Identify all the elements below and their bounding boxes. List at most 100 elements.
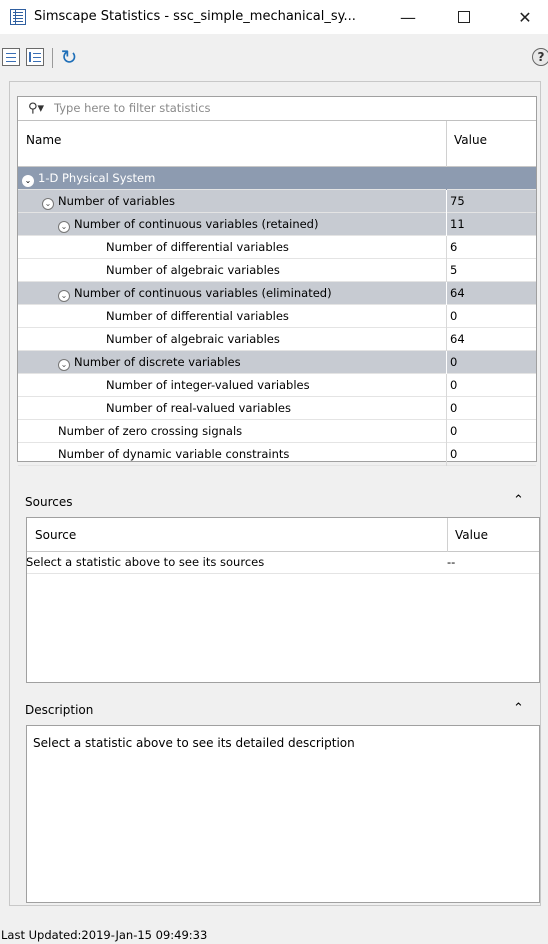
stat-name: Number of differential variables bbox=[106, 309, 289, 323]
stat-value: 11 bbox=[450, 217, 465, 231]
stat-value: 0 bbox=[450, 378, 458, 392]
toolbar-divider bbox=[52, 48, 53, 68]
sources-column-source[interactable]: Source bbox=[35, 528, 76, 542]
stat-name-text: Number of continuous variables (eliminat… bbox=[74, 286, 332, 300]
column-header-value[interactable]: Value bbox=[454, 133, 487, 147]
stat-value: 75 bbox=[450, 194, 465, 208]
stat-row[interactable]: ⌄ Number of variables 75 bbox=[18, 190, 536, 213]
expand-all-icon[interactable] bbox=[2, 48, 20, 66]
column-divider bbox=[446, 420, 447, 443]
stat-row[interactable]: ⌄ Number of continuous variables (retaine… bbox=[18, 213, 536, 236]
statistics-panel: ⚲▾ Name Value ⌄ 1-D Physical System ⌄ Numbe… bbox=[17, 96, 537, 466]
maximize-icon bbox=[458, 11, 470, 23]
maximize-button[interactable] bbox=[441, 0, 487, 34]
stat-name-text: 1-D Physical System bbox=[38, 171, 156, 185]
collapse-all-icon[interactable] bbox=[26, 48, 44, 66]
stat-name: Number of algebraic variables bbox=[106, 263, 280, 277]
stat-value: 64 bbox=[450, 332, 465, 346]
stat-value: 0 bbox=[450, 447, 458, 461]
stat-row[interactable]: Number of real-valued variables 0 bbox=[18, 397, 536, 420]
chevron-down-icon[interactable]: ⌄ bbox=[22, 175, 34, 187]
sources-row-value: -- bbox=[447, 555, 456, 569]
minimize-button[interactable]: — bbox=[385, 0, 431, 34]
stat-name: ⌄ Number of continuous variables (retaine… bbox=[58, 217, 318, 233]
column-divider bbox=[446, 190, 447, 213]
description-title: Description bbox=[25, 703, 94, 717]
stat-row[interactable]: Number of zero crossing signals 0 bbox=[18, 420, 536, 443]
column-divider bbox=[446, 167, 447, 190]
stat-name: ⌄ 1-D Physical System bbox=[22, 171, 155, 187]
sources-panel: Source Value Select a statistic above to… bbox=[26, 517, 540, 683]
stat-row[interactable]: Number of integer-valued variables 0 bbox=[18, 374, 536, 397]
stat-name: ⌄ Number of continuous variables (elimina… bbox=[58, 286, 332, 302]
column-divider bbox=[446, 121, 447, 167]
stat-name-text: Number of differential variables bbox=[106, 240, 289, 254]
stat-value: 0 bbox=[450, 401, 458, 415]
collapse-description-icon[interactable]: ⌃ bbox=[513, 701, 524, 716]
stat-row[interactable]: Number of differential variables 0 bbox=[18, 305, 536, 328]
stats-rows: ⌄ 1-D Physical System ⌄ Number of variables… bbox=[18, 167, 536, 466]
stat-row[interactable]: ⌄ Number of discrete variables 0 bbox=[18, 351, 536, 374]
column-divider bbox=[446, 351, 447, 374]
chevron-down-icon[interactable]: ⌄ bbox=[58, 221, 70, 233]
close-button[interactable]: ✕ bbox=[502, 0, 548, 34]
stats-header-row: Name Value bbox=[18, 121, 536, 167]
chevron-down-icon[interactable]: ⌄ bbox=[58, 290, 70, 302]
stat-name-text: Number of dynamic variable constraints bbox=[58, 447, 290, 461]
stat-row[interactable]: ⌄ Number of continuous variables (elimina… bbox=[18, 282, 536, 305]
description-panel: Select a statistic above to see its deta… bbox=[26, 725, 540, 903]
description-section-header: Description ⌃ bbox=[17, 700, 537, 720]
column-divider bbox=[446, 259, 447, 282]
stat-row[interactable]: Number of algebraic variables 64 bbox=[18, 328, 536, 351]
column-divider bbox=[446, 443, 447, 466]
sources-row-name: Select a statistic above to see its sour… bbox=[26, 555, 265, 569]
search-icon[interactable]: ⚲▾ bbox=[28, 101, 44, 116]
column-divider bbox=[446, 282, 447, 305]
sources-row[interactable]: Select a statistic above to see its sour… bbox=[26, 552, 539, 574]
stat-row[interactable]: ⌄ 1-D Physical System bbox=[18, 167, 536, 190]
stat-row[interactable]: Number of dynamic variable constraints 0 bbox=[18, 443, 536, 466]
toolbar: ↻ ? bbox=[0, 46, 548, 70]
stat-name: Number of differential variables bbox=[106, 240, 289, 254]
column-header-name[interactable]: Name bbox=[26, 133, 61, 147]
stat-name: Number of integer-valued variables bbox=[106, 378, 310, 392]
stat-name-text: Number of differential variables bbox=[106, 309, 289, 323]
stat-name-text: Number of zero crossing signals bbox=[58, 424, 243, 438]
help-icon[interactable]: ? bbox=[532, 48, 548, 66]
stat-name-text: Number of integer-valued variables bbox=[106, 378, 310, 392]
stat-name-text: Number of algebraic variables bbox=[106, 263, 280, 277]
column-divider bbox=[446, 236, 447, 259]
column-divider bbox=[446, 213, 447, 236]
stat-name: Number of zero crossing signals bbox=[58, 424, 242, 438]
stat-name-text: Number of discrete variables bbox=[74, 355, 241, 369]
stat-name: Number of dynamic variable constraints bbox=[58, 447, 289, 461]
refresh-icon[interactable]: ↻ bbox=[58, 46, 80, 68]
stat-name: ⌄ Number of variables bbox=[42, 194, 175, 210]
app-table-icon bbox=[10, 9, 26, 25]
stat-name: Number of algebraic variables bbox=[106, 332, 280, 346]
column-divider bbox=[446, 328, 447, 351]
stat-row[interactable]: Number of differential variables 6 bbox=[18, 236, 536, 259]
filter-bar: ⚲▾ bbox=[18, 97, 536, 121]
stat-name: ⌄ Number of discrete variables bbox=[58, 355, 241, 371]
status-bar: Last Updated:2019-Jan-15 09:49:33 bbox=[0, 926, 548, 944]
stat-value: 64 bbox=[450, 286, 465, 300]
last-updated-text: Last Updated:2019-Jan-15 09:49:33 bbox=[1, 928, 208, 942]
stat-name-text: Number of real-valued variables bbox=[106, 401, 291, 415]
stat-value: 6 bbox=[450, 240, 458, 254]
description-text: Select a statistic above to see its deta… bbox=[33, 736, 355, 750]
stat-value: 0 bbox=[450, 309, 458, 323]
chevron-down-icon[interactable]: ⌄ bbox=[58, 359, 70, 371]
chevron-down-icon[interactable]: ⌄ bbox=[42, 198, 54, 210]
stat-name-text: Number of algebraic variables bbox=[106, 332, 280, 346]
sources-title: Sources bbox=[25, 495, 73, 509]
sources-header-row: Source Value bbox=[27, 518, 539, 552]
sources-column-value[interactable]: Value bbox=[455, 528, 488, 542]
column-divider bbox=[447, 518, 448, 552]
stat-row[interactable]: Number of algebraic variables 5 bbox=[18, 259, 536, 282]
stat-name-text: Number of continuous variables (retained… bbox=[74, 217, 319, 231]
collapse-sources-icon[interactable]: ⌃ bbox=[513, 493, 524, 508]
filter-input[interactable] bbox=[54, 101, 524, 115]
stat-value: 0 bbox=[450, 355, 458, 369]
column-divider bbox=[446, 305, 447, 328]
